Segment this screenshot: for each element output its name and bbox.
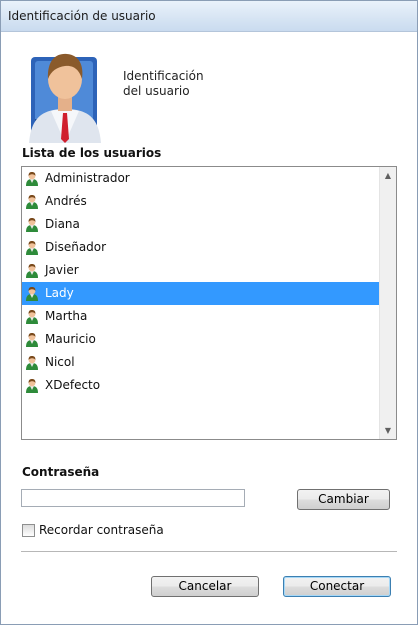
login-dialog: Identificación de usuario Identificación…	[0, 0, 418, 625]
cancel-button[interactable]: Cancelar	[151, 576, 259, 597]
user-list-item-label: Administrador	[45, 171, 130, 185]
user-icon	[25, 332, 39, 347]
password-label: Contraseña	[22, 465, 100, 479]
change-password-button[interactable]: Cambiar	[297, 489, 390, 510]
user-list-item[interactable]: Javier	[22, 259, 379, 282]
user-list-item-label: Lady	[45, 286, 74, 300]
scroll-up-icon[interactable]: ▲	[380, 167, 396, 184]
user-list-item[interactable]: XDefecto	[22, 374, 379, 397]
user-icon	[25, 378, 39, 393]
user-icon	[25, 171, 39, 186]
user-icon	[25, 309, 39, 324]
user-icon	[25, 194, 39, 209]
password-input[interactable]	[21, 489, 245, 507]
user-icon	[25, 240, 39, 255]
user-list-item[interactable]: Lady	[22, 282, 379, 305]
user-list-item-label: Javier	[45, 263, 79, 277]
dialog-header-caption: Identificación del usuario	[123, 69, 204, 99]
connect-button[interactable]: Conectar	[283, 576, 391, 597]
user-list-item-label: Diseñador	[45, 240, 107, 254]
remember-password-checkbox[interactable]	[22, 524, 35, 537]
scroll-down-icon[interactable]: ▼	[380, 422, 396, 439]
header-caption-line2: del usuario	[123, 84, 190, 98]
user-list-item[interactable]: Diana	[22, 213, 379, 236]
user-list-scrollbar[interactable]: ▲ ▼	[379, 167, 396, 439]
remember-password-label[interactable]: Recordar contraseña	[39, 523, 164, 537]
user-list-item-label: Nicol	[45, 355, 75, 369]
user-list-item-label: XDefecto	[45, 378, 101, 392]
window-title: Identificación de usuario	[8, 9, 156, 23]
user-list-item-label: Diana	[45, 217, 80, 231]
user-icon	[25, 286, 39, 301]
user-list-item-label: Andrés	[45, 194, 87, 208]
title-bar[interactable]: Identificación de usuario	[1, 1, 417, 32]
user-list-item[interactable]: Andrés	[22, 190, 379, 213]
user-list-label: Lista de los usuarios	[22, 146, 162, 160]
divider	[21, 551, 397, 552]
user-list-item[interactable]: Martha	[22, 305, 379, 328]
user-avatar-icon	[29, 53, 101, 143]
user-list-item[interactable]: Administrador	[22, 167, 379, 190]
user-list-item[interactable]: Mauricio	[22, 328, 379, 351]
header-caption-line1: Identificación	[123, 69, 204, 83]
user-list[interactable]: Administrador Andrés Diana Diseñador Javier L…	[21, 166, 397, 440]
user-list-item-label: Mauricio	[45, 332, 96, 346]
user-icon	[25, 217, 39, 232]
user-list-item[interactable]: Nicol	[22, 351, 379, 374]
user-list-rows: Administrador Andrés Diana Diseñador Javier L…	[22, 167, 379, 397]
user-icon	[25, 355, 39, 370]
user-icon	[25, 263, 39, 278]
user-list-item-label: Martha	[45, 309, 88, 323]
user-list-item[interactable]: Diseñador	[22, 236, 379, 259]
